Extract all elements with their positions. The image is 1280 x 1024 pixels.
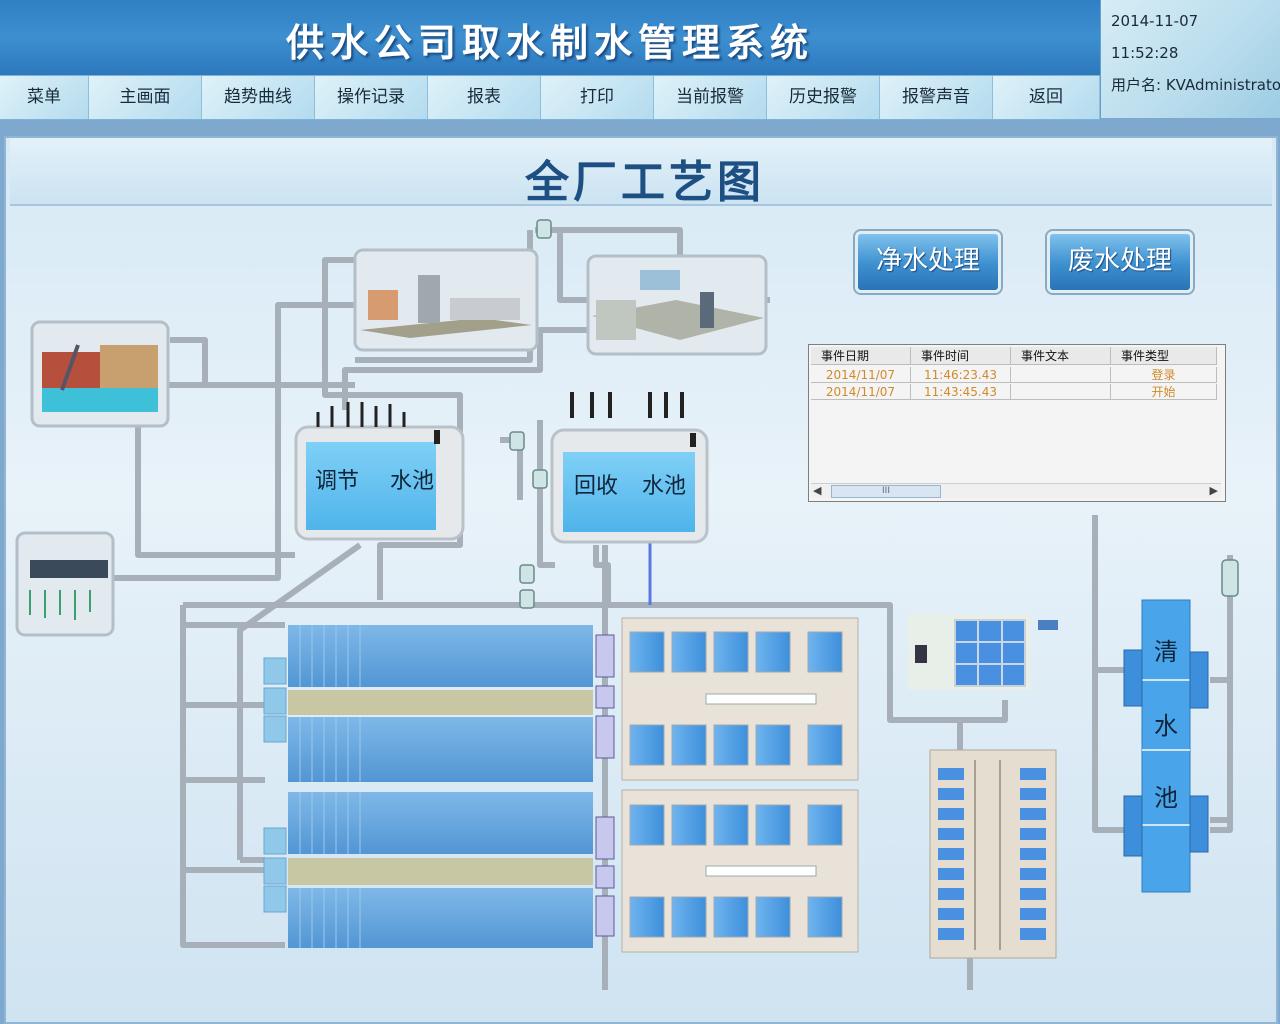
event-row-2-text (1011, 384, 1111, 400)
recycle-pool-label-left: 回收 (574, 474, 619, 499)
event-row-2-type: 开始 (1111, 384, 1217, 400)
event-header-type: 事件类型 (1111, 347, 1217, 365)
scroll-thumb[interactable]: III (831, 485, 941, 498)
clean-water-treatment-button[interactable]: 净水处理 (855, 231, 1001, 293)
equipment-aeration (15, 531, 115, 637)
event-header-time: 事件时间 (911, 347, 1011, 365)
adjust-pool-label-left: 调节 (315, 469, 360, 494)
event-header-text: 事件文本 (1011, 347, 1111, 365)
adjust-pool-label-right: 水池 (390, 469, 435, 494)
event-row-1-type: 登录 (1111, 367, 1217, 383)
event-row-1-time: 11:46:23.43 (911, 367, 1011, 383)
event-log-table[interactable]: 事件日期 事件时间 事件文本 事件类型 2014/11/07 11:46:23.… (808, 344, 1226, 502)
filter-blocks (263, 625, 615, 948)
recycle-pool-label-right: 水池 (642, 474, 687, 499)
event-row-2-date: 2014/11/07 (811, 384, 911, 400)
clear-pool-label-3: 池 (1154, 784, 1178, 812)
recycle-pool (550, 392, 709, 544)
scroll-right-arrow-icon[interactable]: ▶ (1210, 484, 1218, 497)
equipment-reactor (353, 248, 539, 352)
event-header-date: 事件日期 (811, 347, 911, 365)
event-row-2-time: 11:43:45.43 (911, 384, 1011, 400)
clear-pool-label-2: 水 (1154, 712, 1178, 740)
event-row-1-text (1011, 367, 1111, 383)
equipment-treatment-plant (586, 254, 768, 356)
waste-water-treatment-button[interactable]: 废水处理 (1047, 231, 1193, 293)
equipment-control-unit (908, 614, 1058, 690)
equipment-grille (30, 320, 170, 428)
process-flow-graphic (15, 219, 1239, 990)
event-table-scrollbar[interactable]: ◀ III ▶ (811, 483, 1221, 498)
clear-pool-label-1: 清 (1154, 638, 1178, 666)
sedimentation-tanks (621, 617, 859, 953)
equipment-filter-bed (929, 749, 1057, 959)
scroll-left-arrow-icon[interactable]: ◀ (813, 484, 821, 497)
event-row-1-date: 2014/11/07 (811, 367, 911, 383)
